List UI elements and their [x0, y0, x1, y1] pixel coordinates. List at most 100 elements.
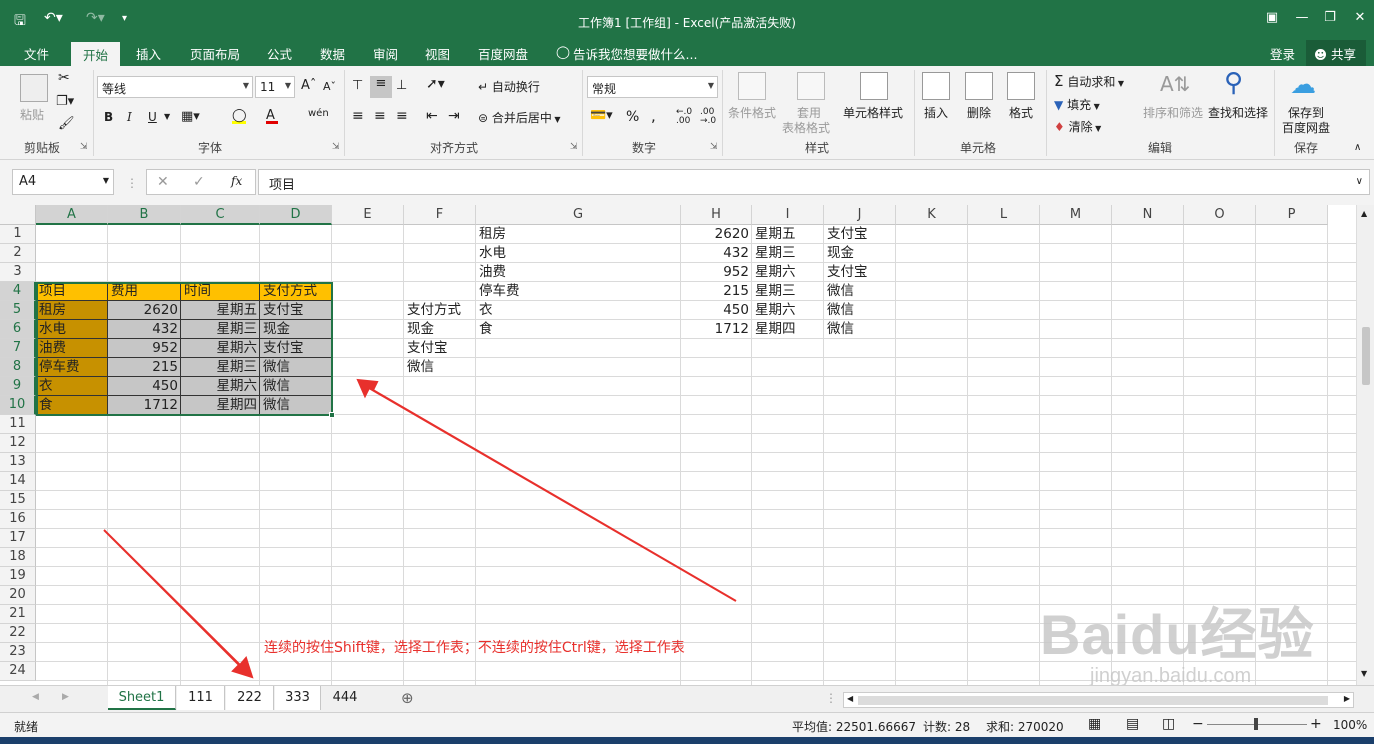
scroll-up-icon[interactable]: ▲: [1361, 209, 1367, 218]
scroll-down-icon[interactable]: ▼: [1361, 669, 1367, 678]
delete-cells-button[interactable]: 删除: [967, 104, 991, 121]
cell[interactable]: 支付宝: [824, 263, 896, 282]
row-header[interactable]: 8: [0, 358, 36, 377]
fill-color-icon[interactable]: ◯: [232, 108, 247, 124]
row-header[interactable]: 23: [0, 643, 36, 662]
cell[interactable]: 450: [681, 301, 752, 320]
cell[interactable]: 微信: [824, 301, 896, 320]
sheet-tab-111[interactable]: 111: [177, 686, 225, 710]
ribbon-display-icon[interactable]: ▣: [1262, 10, 1282, 25]
sheet-tab-sheet1[interactable]: Sheet1: [108, 686, 176, 710]
cell[interactable]: 215: [681, 282, 752, 301]
cell[interactable]: 微信: [824, 282, 896, 301]
select-all-corner[interactable]: [0, 205, 36, 225]
page-layout-icon[interactable]: ▤: [1126, 716, 1139, 732]
font-name-select[interactable]: 等线 ▼: [97, 76, 253, 98]
paste-label[interactable]: 粘贴: [20, 106, 44, 123]
number-launcher-icon[interactable]: ⇲: [710, 142, 718, 152]
row-header[interactable]: 18: [0, 548, 36, 567]
orientation-icon[interactable]: ➚▾: [426, 76, 445, 92]
column-header[interactable]: C: [181, 205, 260, 225]
currency-icon[interactable]: 💳▾: [590, 108, 613, 123]
tab-page-layout[interactable]: 页面布局: [190, 44, 240, 63]
row-header[interactable]: 9: [0, 377, 36, 396]
cell[interactable]: 星期三: [752, 244, 824, 263]
baidu-cloud-icon[interactable]: ☁: [1290, 70, 1316, 100]
paste-icon[interactable]: [20, 74, 48, 102]
tab-data[interactable]: 数据: [320, 44, 345, 63]
clipboard-launcher-icon[interactable]: ⇲: [80, 142, 88, 152]
cell[interactable]: 星期四: [752, 320, 824, 339]
delete-cells-icon[interactable]: [965, 72, 993, 100]
cell[interactable]: 现金: [824, 244, 896, 263]
column-header[interactable]: F: [404, 205, 476, 225]
border-icon[interactable]: ▦▾: [181, 109, 200, 124]
tab-review[interactable]: 审阅: [373, 44, 398, 63]
cell-styles-icon[interactable]: [860, 72, 888, 100]
copy-icon[interactable]: ❐▾: [56, 94, 74, 109]
row-header[interactable]: 12: [0, 434, 36, 453]
cell[interactable]: 油费: [476, 263, 681, 282]
row-header[interactable]: 21: [0, 605, 36, 624]
insert-cells-icon[interactable]: [922, 72, 950, 100]
tab-view[interactable]: 视图: [425, 44, 450, 63]
row-header[interactable]: 4: [0, 282, 36, 301]
row-header[interactable]: 17: [0, 529, 36, 548]
autosum-button[interactable]: Σ 自动求和 ▼: [1054, 72, 1124, 90]
bold-button[interactable]: B: [104, 110, 113, 124]
enter-icon[interactable]: ✓: [193, 174, 205, 190]
vertical-scrollbar[interactable]: ▲ ▼: [1356, 205, 1374, 685]
alignment-launcher-icon[interactable]: ⇲: [570, 142, 578, 152]
collapse-ribbon-icon[interactable]: ∧: [1354, 142, 1361, 153]
row-header[interactable]: 19: [0, 567, 36, 586]
cell[interactable]: 租房: [476, 225, 681, 244]
tab-formulas[interactable]: 公式: [267, 44, 292, 63]
column-header[interactable]: N: [1112, 205, 1184, 225]
column-header[interactable]: G: [476, 205, 681, 225]
cell[interactable]: 支付宝: [404, 339, 494, 358]
cancel-icon[interactable]: ✕: [157, 174, 169, 190]
find-select-button[interactable]: 查找和选择: [1208, 104, 1268, 121]
minimize-icon[interactable]: —: [1292, 10, 1312, 25]
scroll-thumb[interactable]: [1362, 327, 1370, 385]
expand-formula-icon[interactable]: ∨: [1356, 176, 1363, 187]
italic-button[interactable]: I: [127, 110, 132, 124]
fill-button[interactable]: ▼ 填充 ▼: [1054, 96, 1100, 113]
number-format-select[interactable]: 常规 ▼: [587, 76, 718, 98]
insert-cells-button[interactable]: 插入: [924, 104, 948, 121]
column-header[interactable]: H: [681, 205, 752, 225]
zoom-out-icon[interactable]: −: [1192, 716, 1204, 732]
sheet-tab-222[interactable]: 222: [226, 686, 274, 710]
clear-button[interactable]: ♦ 清除 ▼: [1054, 118, 1101, 135]
row-header[interactable]: 1: [0, 225, 36, 244]
insert-function-icon[interactable]: fx: [231, 174, 242, 188]
fill-handle[interactable]: [329, 412, 335, 418]
tell-me-search[interactable]: 告诉我您想要做什么...: [573, 44, 697, 63]
cell[interactable]: 微信: [404, 358, 494, 377]
decrease-indent-icon[interactable]: ⇤: [426, 108, 438, 124]
column-header[interactable]: J: [824, 205, 896, 225]
prev-sheet-icon[interactable]: ◀: [32, 692, 39, 702]
align-top-icon[interactable]: ⊤: [352, 78, 363, 93]
shrink-font-icon[interactable]: Aˇ: [323, 80, 336, 93]
formula-input[interactable]: 项目 ∨: [258, 169, 1370, 195]
column-header[interactable]: M: [1040, 205, 1112, 225]
cell[interactable]: 食: [476, 320, 681, 339]
row-header[interactable]: 15: [0, 491, 36, 510]
row-header[interactable]: 5: [0, 301, 36, 320]
increase-decimal-icon[interactable]: ←.0.00: [676, 108, 692, 126]
column-header[interactable]: A: [36, 205, 108, 225]
increase-indent-icon[interactable]: ⇥: [448, 108, 460, 124]
tab-home[interactable]: 开始: [71, 42, 121, 66]
row-header[interactable]: 10: [0, 396, 36, 415]
cell[interactable]: 水电: [476, 244, 681, 263]
cell-styles-button[interactable]: 单元格样式: [843, 104, 903, 121]
zoom-slider-thumb[interactable]: [1254, 718, 1258, 730]
wrap-text-button[interactable]: ↵ 自动换行: [478, 78, 540, 95]
align-bottom-icon[interactable]: ⊥: [396, 78, 407, 93]
font-launcher-icon[interactable]: ⇲: [332, 142, 340, 152]
phonetic-icon[interactable]: wén: [308, 108, 329, 119]
tab-baidu[interactable]: 百度网盘: [478, 44, 528, 63]
column-header[interactable]: P: [1256, 205, 1328, 225]
chevron-down-icon[interactable]: ▼: [164, 112, 170, 121]
